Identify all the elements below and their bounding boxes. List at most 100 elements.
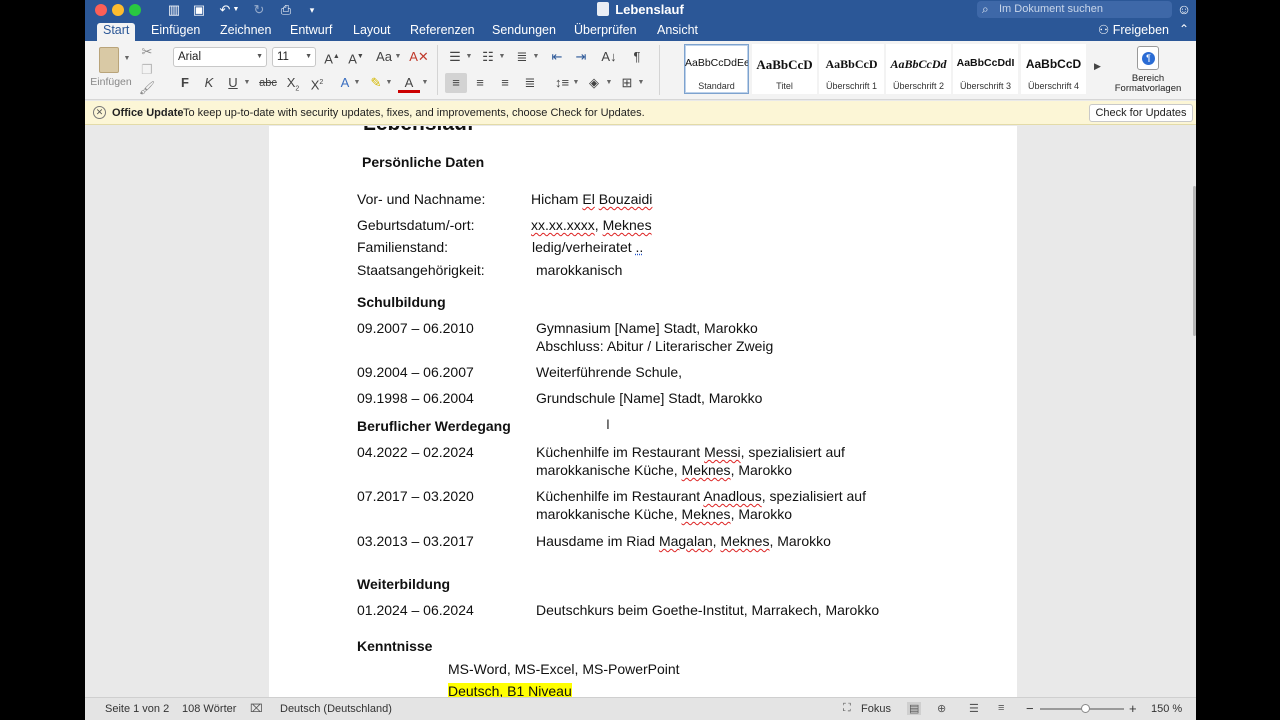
document-page[interactable]: Lebenslauf Persönliche Daten Vor- und Na… [269,126,1017,697]
copy-icon[interactable]: ❐ [136,60,158,80]
font-color-dropdown-icon[interactable]: ▼ [421,73,429,93]
tab-zeichnen[interactable]: Zeichnen [214,23,277,41]
style-ueberschrift-1[interactable]: AaBbCcD Überschrift 1 [819,44,884,94]
highlight-icon[interactable]: ✎ [365,73,387,93]
feedback-smiley-icon[interactable]: ☺ [1175,1,1193,19]
document-area[interactable]: Lebenslauf Persönliche Daten Vor- und Na… [85,126,1196,697]
justify-icon[interactable]: ≣ [519,73,541,93]
highlight-dropdown-icon[interactable]: ▼ [385,73,393,93]
zoom-level[interactable]: 150 % [1151,703,1182,715]
tab-ansicht[interactable]: Ansicht [651,23,704,41]
numbering-icon[interactable]: ☷ [477,47,499,67]
customize-toolbar-icon[interactable]: ▾ [303,2,321,18]
shading-icon[interactable]: ◈ [583,73,605,93]
italic-icon[interactable]: K [198,73,220,93]
decrease-indent-icon[interactable]: ⇤ [546,47,568,67]
style-standard[interactable]: AaBbCcDdEe Standard [684,44,749,94]
grow-font-icon[interactable]: A▲ [321,47,343,67]
paste-button[interactable] [93,45,127,73]
tab-ueberpruefen[interactable]: Überprüfen [568,23,643,41]
bullets-dropdown-icon[interactable]: ▼ [465,47,473,67]
vertical-scrollbar[interactable] [1193,186,1196,336]
maximize-window-button[interactable] [129,4,141,16]
tab-einfuegen[interactable]: Einfügen [145,23,206,41]
ribbon-divider [437,45,438,95]
paste-dropdown-icon[interactable]: ▼ [123,49,131,69]
search-input[interactable]: ⌕ Im Dokument suchen [977,1,1172,18]
school-entry-text: Grundschule [Name] Stadt, Marokko [536,390,763,406]
zoom-in-button[interactable]: + [1129,701,1137,716]
align-left-icon[interactable]: ≡ [445,73,467,93]
web-layout-icon[interactable]: ⊕ [937,702,946,715]
draft-view-icon[interactable]: ≡ [998,702,1004,714]
styles-gallery: AaBbCcDdEe Standard AaBbCcD Titel AaBbCcD Ü… [666,44,1106,96]
multilevel-dropdown-icon[interactable]: ▼ [532,47,540,67]
status-bar: Seite 1 von 2 108 Wörter ⌧ Deutsch (Deut… [85,697,1196,720]
format-painter-icon[interactable]: 🖌 [136,78,158,98]
show-formatting-marks-icon[interactable]: ¶ [626,47,648,67]
word-count[interactable]: 108 Wörter [182,703,236,715]
superscript-icon[interactable]: X2 [306,73,328,93]
focus-icon[interactable]: ⛶ [843,702,851,715]
tab-entwurf[interactable]: Entwurf [284,23,338,41]
styles-pane-button[interactable]: Bereich Formatvorlagen [1108,46,1188,94]
underline-icon[interactable]: U [222,73,244,93]
style-ueberschrift-4[interactable]: AaBbCcD Überschrift 4 [1021,44,1086,94]
style-ueberschrift-2[interactable]: AaBbCcDd Überschrift 2 [886,44,951,94]
tab-sendungen[interactable]: Sendungen [486,23,562,41]
align-center-icon[interactable]: ≡ [469,73,491,93]
borders-icon[interactable]: ⊞ [616,73,638,93]
shading-dropdown-icon[interactable]: ▼ [605,73,613,93]
font-color-icon[interactable]: A [398,73,420,93]
print-icon[interactable]: ⎙ [277,2,295,18]
change-case-dropdown-icon[interactable]: ▼ [394,47,402,67]
share-button[interactable]: ⚇ Freigeben [1098,22,1169,37]
check-for-updates-button[interactable]: Check for Updates [1089,104,1193,122]
save-icon[interactable]: ▣ [190,2,208,18]
line-spacing-dropdown-icon[interactable]: ▼ [572,73,580,93]
undo-dropdown-icon[interactable]: ▼ [232,2,240,18]
tab-layout[interactable]: Layout [347,23,397,41]
line-spacing-icon[interactable]: ↕≡ [551,73,573,93]
page-count[interactable]: Seite 1 von 2 [105,703,169,715]
bullets-icon[interactable]: ☰ [444,47,466,67]
style-ueberschrift-3[interactable]: AaBbCcDdI Überschrift 3 [953,44,1018,94]
birth-value: xx.xx.xxxx, Meknes [531,217,652,233]
subscript-icon[interactable]: X2 [282,73,304,93]
strikethrough-icon[interactable]: abc [257,73,279,93]
sort-icon[interactable]: A↓ [598,47,620,67]
language-indicator[interactable]: Deutsch (Deutschland) [280,703,392,715]
shrink-font-icon[interactable]: A▼ [345,47,367,67]
align-right-icon[interactable]: ≡ [494,73,516,93]
sidebar-toggle-icon[interactable]: ▥ [165,2,183,18]
style-name: Standard [698,81,735,91]
font-name-select[interactable]: Arial ▼ [173,47,267,67]
tab-referenzen[interactable]: Referenzen [404,23,481,41]
clear-formatting-icon[interactable]: A✕ [408,47,430,67]
text-effects-dropdown-icon[interactable]: ▼ [353,73,361,93]
redo-icon[interactable]: ↻ [250,2,268,18]
close-window-button[interactable] [95,4,107,16]
zoom-slider-knob[interactable] [1081,704,1091,713]
minimize-window-button[interactable] [112,4,124,16]
styles-more-icon[interactable]: ▶ [1094,61,1101,72]
numbering-dropdown-icon[interactable]: ▼ [498,47,506,67]
proofing-icon[interactable]: ⌧ [250,702,263,715]
underline-dropdown-icon[interactable]: ▼ [243,73,251,93]
change-case-icon[interactable]: Aa [373,47,395,67]
print-layout-icon[interactable]: ▤ [907,702,922,715]
zoom-slider[interactable] [1040,704,1124,713]
collapse-ribbon-icon[interactable]: ⌃ [1179,22,1189,36]
borders-dropdown-icon[interactable]: ▼ [637,73,645,93]
focus-mode-button[interactable]: Fokus [861,703,891,715]
cut-icon[interactable]: ✂ [136,42,158,62]
tab-start[interactable]: Start [97,23,136,41]
dismiss-icon[interactable]: ✕ [93,106,106,119]
bold-icon[interactable]: F [174,73,196,93]
increase-indent-icon[interactable]: ⇥ [570,47,592,67]
outline-view-icon[interactable]: ☰ [969,702,979,715]
multilevel-list-icon[interactable]: ≣ [511,47,533,67]
font-size-select[interactable]: 11 ▼ [272,47,316,67]
zoom-out-button[interactable]: − [1026,701,1034,716]
style-titel[interactable]: AaBbCcD Titel [752,44,817,94]
